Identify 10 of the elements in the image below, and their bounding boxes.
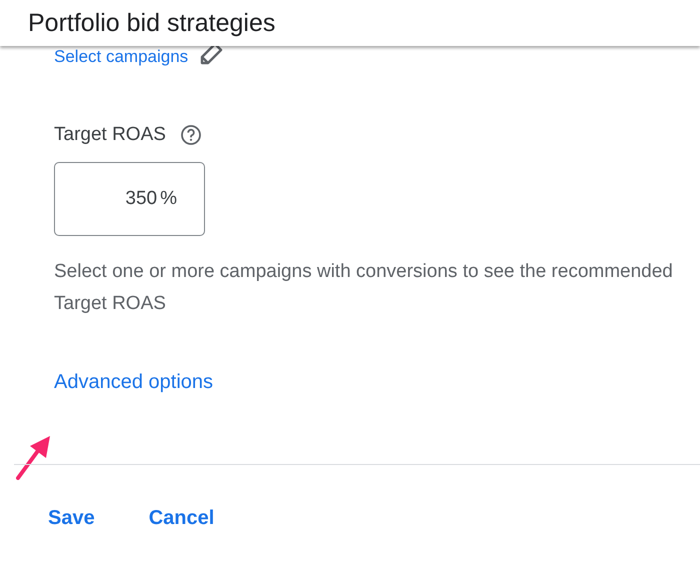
dialog-title: Portfolio bid strategies	[28, 8, 276, 38]
helper-text: Select one or more campaigns with conversions to see the recommended Target ROAS	[54, 260, 674, 316]
footer-button[interactable]: Save	[34, 503, 109, 534]
footer-button[interactable]: Cancel	[134, 503, 228, 534]
pencil-icon[interactable]	[198, 43, 224, 65]
target-roas-field[interactable]: 350%	[54, 162, 205, 236]
select-campaigns-link[interactable]: Select campaigns	[54, 47, 188, 67]
field-label: Target ROAS	[54, 124, 166, 146]
help-icon[interactable]	[180, 124, 202, 146]
advanced-options-link[interactable]: Advanced options	[54, 371, 214, 394]
